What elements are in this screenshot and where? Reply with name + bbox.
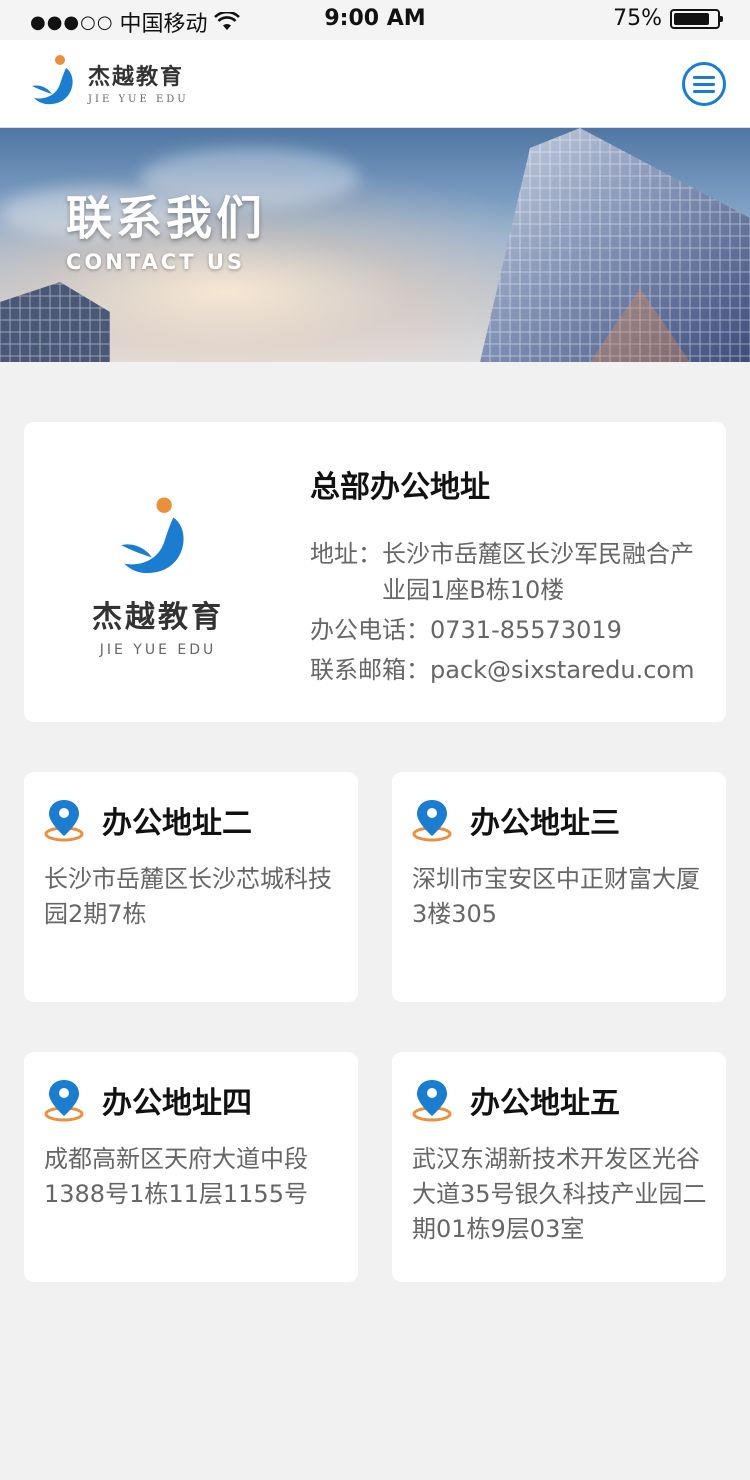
battery-percent: 75% bbox=[613, 6, 662, 31]
hero-subtitle: CONTACT US bbox=[66, 250, 246, 274]
office-card-2: 办公地址二 长沙市岳麓区长沙芯城科技园2期7栋 bbox=[24, 772, 358, 1002]
headquarters-info: 总部办公地址 地址： 长沙市岳麓区长沙军民融合产业园1座B栋10楼 办公电话： … bbox=[310, 462, 710, 692]
office-address: 成都高新区天府大道中段1388号1栋11层1155号 bbox=[44, 1145, 308, 1208]
menu-line-icon bbox=[693, 89, 715, 93]
email-value[interactable]: pack@sixstaredu.com bbox=[430, 652, 694, 688]
hero-building-image bbox=[480, 128, 750, 362]
address-label: 地址： bbox=[310, 540, 382, 568]
headquarters-card: 杰越教育 JIE YUE EDU 总部办公地址 地址： 长沙市岳麓区长沙军民融合… bbox=[24, 422, 726, 722]
office-address: 深圳市宝安区中正财富大厦3楼305 bbox=[412, 865, 700, 928]
phone-label: 办公电话： bbox=[310, 616, 430, 644]
phone-value[interactable]: 0731-85573019 bbox=[430, 612, 622, 648]
office-card-3: 办公地址三 深圳市宝安区中正财富大厦3楼305 bbox=[392, 772, 726, 1002]
office-name: 办公地址三 bbox=[470, 806, 620, 841]
menu-line-icon bbox=[693, 82, 715, 86]
brand-name-cn: 杰越教育 bbox=[88, 65, 185, 90]
status-bar: ●●●○○ 中国移动 9:00 AM 75% bbox=[0, 0, 750, 40]
company-logo-icon bbox=[121, 497, 184, 574]
hero-banner: 联系我们 CONTACT US bbox=[0, 128, 750, 362]
logo-name-en: JIE YUE EDU bbox=[99, 642, 217, 658]
location-pin-icon bbox=[44, 800, 84, 842]
office-card-5: 办公地址五 武汉东湖新技术开发区光谷大道35号银久科技产业园二期01栋9层03室 bbox=[392, 1052, 726, 1282]
headquarters-logo: 杰越教育 JIE YUE EDU bbox=[88, 496, 228, 658]
phone-row: 办公电话： 0731-85573019 bbox=[310, 612, 710, 648]
email-row: 联系邮箱： pack@sixstaredu.com bbox=[310, 652, 710, 688]
location-pin-icon bbox=[44, 1080, 84, 1122]
hero-title: 联系我们 bbox=[66, 191, 266, 245]
menu-line-icon bbox=[693, 75, 715, 79]
brand-logo[interactable]: 杰越教育 JIE YUE EDU bbox=[30, 54, 189, 110]
location-pin-icon bbox=[412, 1080, 452, 1122]
address-row: 地址： 长沙市岳麓区长沙军民融合产业园1座B栋10楼 bbox=[310, 536, 710, 608]
office-name: 办公地址四 bbox=[102, 1086, 252, 1121]
hero-lowrise-image bbox=[0, 282, 110, 362]
logo-name-cn: 杰越教育 bbox=[92, 600, 224, 635]
office-address: 长沙市岳麓区长沙芯城科技园2期7栋 bbox=[44, 865, 332, 928]
office-name: 办公地址二 bbox=[102, 806, 252, 841]
brand-logo-icon bbox=[32, 55, 73, 105]
office-name: 办公地址五 bbox=[470, 1086, 620, 1121]
brand-name-en: JIE YUE EDU bbox=[88, 94, 189, 105]
office-address: 武汉东湖新技术开发区光谷大道35号银久科技产业园二期01栋9层03室 bbox=[412, 1145, 707, 1243]
office-card-4: 办公地址四 成都高新区天府大道中段1388号1栋11层1155号 bbox=[24, 1052, 358, 1282]
status-right: 75% bbox=[613, 6, 723, 31]
hamburger-menu-button[interactable] bbox=[682, 62, 726, 106]
headquarters-title: 总部办公地址 bbox=[310, 470, 490, 505]
address-value: 长沙市岳麓区长沙军民融合产业园1座B栋10楼 bbox=[382, 540, 694, 604]
location-pin-icon bbox=[412, 800, 452, 842]
site-header: 杰越教育 JIE YUE EDU bbox=[0, 40, 750, 128]
email-label: 联系邮箱： bbox=[310, 656, 430, 684]
battery-icon bbox=[670, 8, 723, 29]
